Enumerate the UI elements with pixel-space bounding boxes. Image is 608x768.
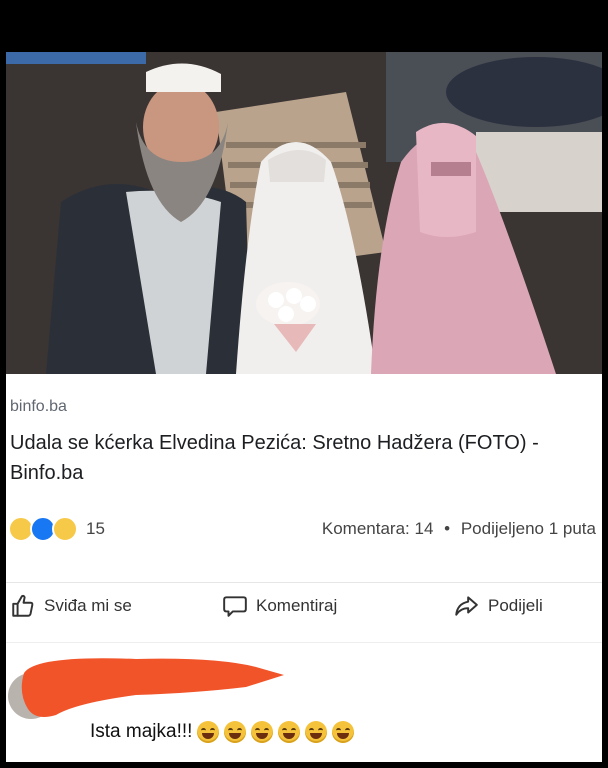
link-domain: binfo.ba <box>10 398 67 415</box>
laugh-emoji <box>332 721 355 743</box>
post-stats: 15 Komentara: 14 • Podijeljeno 1 puta <box>6 502 602 552</box>
post-actions: Sviđa mi se Komentiraj Podijeli <box>6 582 602 633</box>
facebook-post: binfo.ba Udala se kćerka Elvedina Pezića… <box>6 52 602 762</box>
thumbs-up-icon <box>12 594 34 617</box>
share-arrow-icon <box>455 596 478 616</box>
comment: Ista majka!!! <box>6 642 602 762</box>
post-photo[interactable] <box>6 52 602 374</box>
separator-dot: • <box>444 519 451 538</box>
share-count-link[interactable]: Podijeljeno 1 puta <box>461 519 596 538</box>
red-redaction-scribble <box>21 658 284 717</box>
link-headline[interactable]: Udala se kćerka Elvedina Pezića: Sretno … <box>10 428 595 488</box>
laugh-emoji <box>224 721 247 743</box>
share-button[interactable]: Podijeli <box>452 593 543 619</box>
share-label: Podijeli <box>488 596 543 615</box>
laugh-emoji <box>197 721 220 743</box>
laugh-emoji <box>278 721 301 743</box>
comment-button[interactable]: Komentiraj <box>222 593 337 619</box>
comment-bubble-icon <box>223 596 247 617</box>
comment-label: Komentiraj <box>256 596 338 615</box>
reactions-summary[interactable]: 15 <box>8 516 105 542</box>
like-label: Sviđa mi se <box>44 596 132 615</box>
wedding-photo-illustration <box>6 52 602 374</box>
laugh-emoji <box>251 721 274 743</box>
like-button[interactable]: Sviđa mi se <box>10 593 132 619</box>
comment-body: Ista majka!!! <box>90 721 355 743</box>
comments-shares-summary: Komentara: 14 • Podijeljeno 1 puta <box>322 519 596 539</box>
wow-icon <box>52 516 78 542</box>
link-preview[interactable]: binfo.ba Udala se kćerka Elvedina Pezića… <box>6 374 602 496</box>
comment-count-link[interactable]: Komentara: 14 <box>322 519 434 538</box>
reaction-count: 15 <box>86 519 105 538</box>
laugh-emoji <box>305 721 328 743</box>
comment-text: Ista majka!!! <box>90 721 193 742</box>
